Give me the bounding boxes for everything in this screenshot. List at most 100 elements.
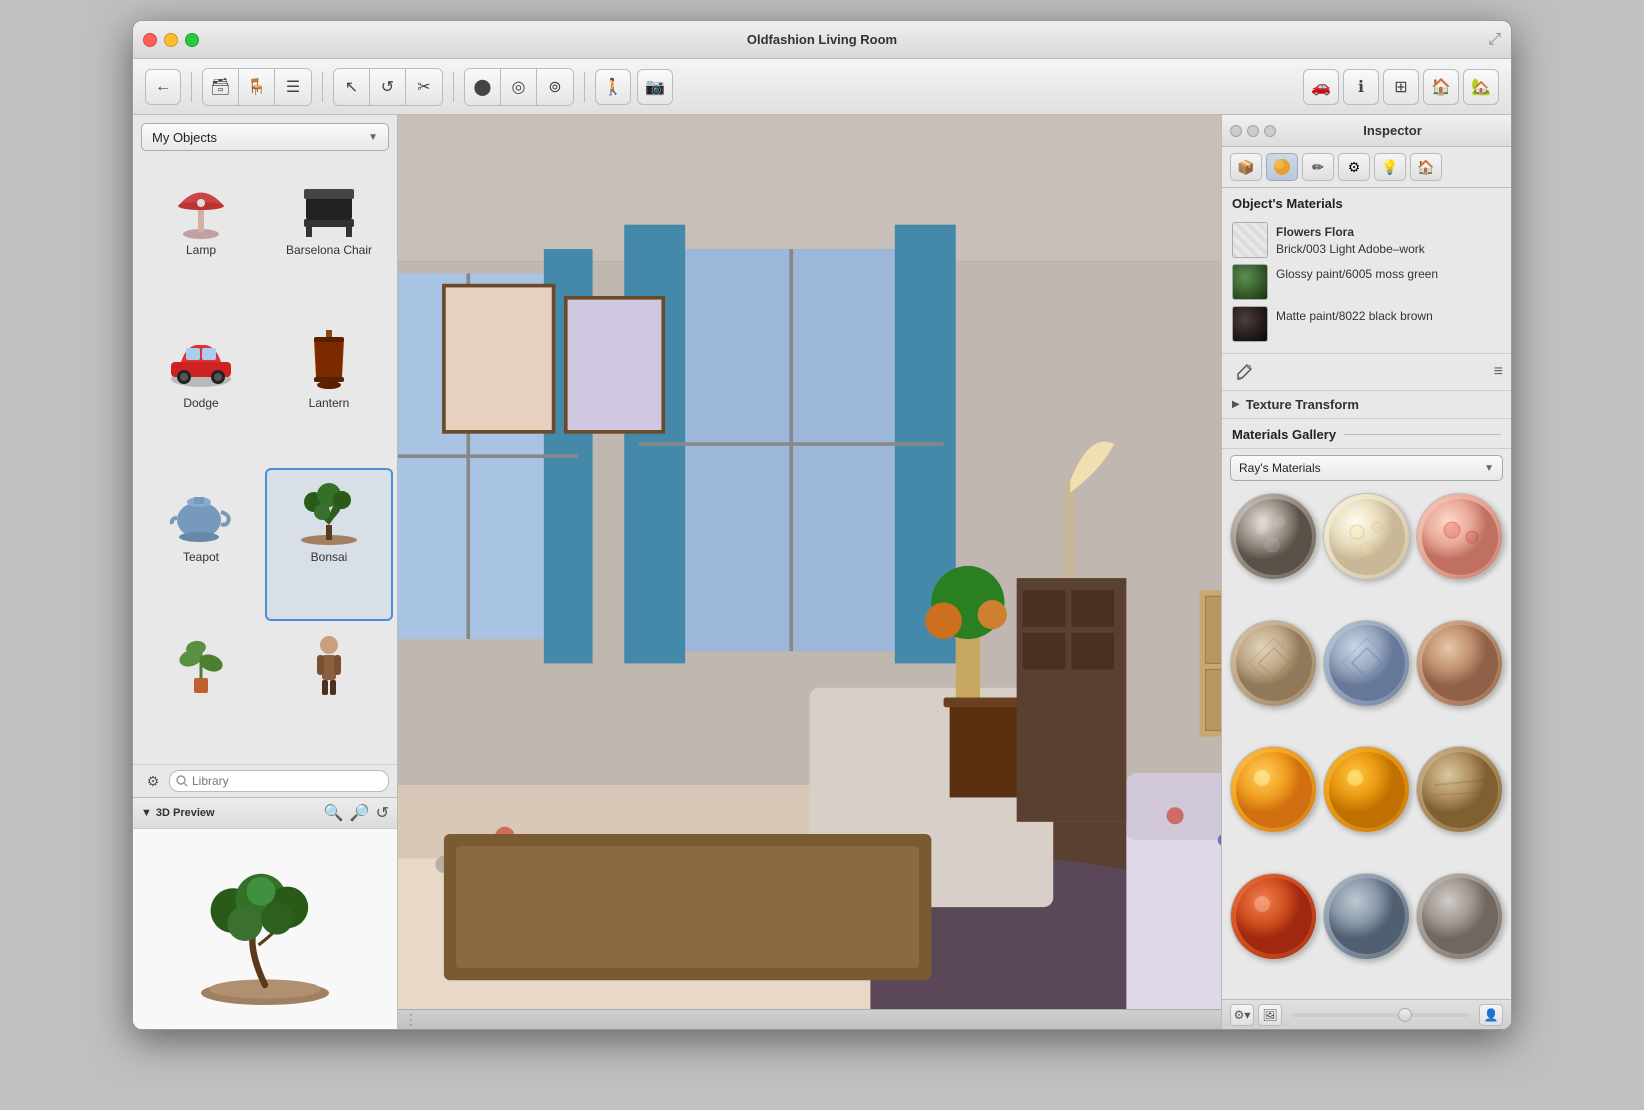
object-label: Bonsai xyxy=(311,550,348,564)
gear-button[interactable]: ⚙ xyxy=(141,769,165,793)
inspector-title: Inspector xyxy=(1282,123,1503,138)
material-swatch xyxy=(1232,264,1268,300)
zoom-out-button[interactable]: 🔎 xyxy=(350,803,370,823)
import-button[interactable]: 🖼 xyxy=(1258,1004,1282,1026)
object-label: Dodge xyxy=(183,396,218,410)
chevron-down-icon: ▼ xyxy=(368,132,378,143)
gallery-item[interactable] xyxy=(1416,746,1503,833)
gallery-grid xyxy=(1222,487,1511,999)
eyedropper-tool[interactable] xyxy=(1230,358,1258,386)
maximize-button[interactable] xyxy=(185,33,199,47)
camera-button[interactable]: 📷 xyxy=(637,69,673,105)
slider-thumb[interactable] xyxy=(1398,1008,1412,1022)
inspector-bottom-bar: ⚙▾ 🖼 👤 xyxy=(1222,999,1511,1029)
list-item[interactable]: Teapot xyxy=(137,468,265,621)
list-item[interactable]: Dodge xyxy=(137,314,265,467)
objects-dropdown-label: My Objects xyxy=(152,130,217,145)
preview-header: ▼ 3D Preview 🔍 🔎 ↺ xyxy=(133,798,397,829)
tab-edit[interactable]: ✏ xyxy=(1302,153,1334,181)
texture-transform-section[interactable]: ▶ Texture Transform xyxy=(1222,391,1511,419)
tab-scene[interactable]: 🏠 xyxy=(1410,153,1442,181)
chevron-down-icon: ▼ xyxy=(1484,463,1494,474)
search-input[interactable] xyxy=(169,770,389,792)
person-view-button[interactable]: 👤 xyxy=(1479,1004,1503,1026)
material-item[interactable]: Matte paint/8022 black brown xyxy=(1232,303,1501,345)
window-controls xyxy=(143,33,199,47)
material-item[interactable]: Flowers FloraBrick/003 Light Adobe–work xyxy=(1232,219,1501,261)
gallery-item[interactable] xyxy=(1323,620,1410,707)
object-icon-person xyxy=(289,631,369,701)
list-item[interactable] xyxy=(137,621,265,760)
drag-handle[interactable]: ⋮ xyxy=(404,1014,416,1026)
preview-toggle[interactable]: ▼ 3D Preview xyxy=(141,807,215,819)
inspector-close[interactable] xyxy=(1230,125,1242,137)
tab-lighting[interactable]: 💡 xyxy=(1374,153,1406,181)
objects-materials-title: Object's Materials xyxy=(1232,196,1501,211)
list-view-button[interactable]: ☰ xyxy=(275,69,311,105)
list-item[interactable] xyxy=(265,621,393,760)
tab-settings[interactable]: ⚙ xyxy=(1338,153,1370,181)
edit-tools-group: ↖ ↺ ✂ xyxy=(333,68,443,106)
close-button[interactable] xyxy=(143,33,157,47)
gallery-item[interactable] xyxy=(1416,493,1503,580)
view-mode-group: 🗃 🪑 ☰ xyxy=(202,68,312,106)
layout-button[interactable]: ⊞ xyxy=(1383,69,1419,105)
material-item[interactable]: Glossy paint/6005 moss green xyxy=(1232,261,1501,303)
toolbar-separator-2 xyxy=(322,72,323,102)
tab-objects[interactable]: 📦 xyxy=(1230,153,1262,181)
cut-tool-button[interactable]: ✂ xyxy=(406,69,442,105)
inspector-maximize[interactable] xyxy=(1264,125,1276,137)
preview-content xyxy=(133,829,397,1029)
info-button[interactable]: ℹ xyxy=(1343,69,1379,105)
render-full-button[interactable]: ⊚ xyxy=(537,69,573,105)
assets-button[interactable]: 🚗 xyxy=(1303,69,1339,105)
gallery-item[interactable] xyxy=(1323,746,1410,833)
rotate-tool-button[interactable]: ↺ xyxy=(370,69,406,105)
material-name: Matte paint/8022 black brown xyxy=(1276,306,1433,325)
list-item[interactable]: Lantern xyxy=(265,314,393,467)
walk-mode-button[interactable]: 🚶 xyxy=(595,69,631,105)
object-icon-car xyxy=(161,324,241,394)
list-item[interactable]: Bonsai xyxy=(265,468,393,621)
list-item[interactable]: Barselona Chair xyxy=(265,161,393,314)
gallery-item[interactable] xyxy=(1230,746,1317,833)
gallery-header: Materials Gallery xyxy=(1222,419,1511,449)
viewport: ⋮ xyxy=(398,115,1221,1029)
gallery-item[interactable] xyxy=(1230,493,1317,580)
furniture-view-button[interactable]: 🪑 xyxy=(239,69,275,105)
gallery-item[interactable] xyxy=(1230,873,1317,960)
gallery-dropdown[interactable]: Ray's Materials ▼ xyxy=(1230,455,1503,481)
toolbar-separator-1 xyxy=(191,72,192,102)
chevron-down-icon: ▼ xyxy=(141,807,152,819)
gear-settings-button[interactable]: ⚙▾ xyxy=(1230,1004,1254,1026)
viewport-bottom: ⋮ xyxy=(398,1009,1221,1029)
gallery-item[interactable] xyxy=(1230,620,1317,707)
object-icon-plant xyxy=(161,631,241,701)
gallery-item[interactable] xyxy=(1416,620,1503,707)
exterior-button[interactable]: 🏡 xyxy=(1463,69,1499,105)
size-slider[interactable] xyxy=(1292,1013,1469,1017)
rotate-preview-button[interactable]: ↺ xyxy=(376,803,389,823)
gallery-item[interactable] xyxy=(1323,873,1410,960)
render-wire-button[interactable]: ◎ xyxy=(501,69,537,105)
tools-menu-button[interactable]: ≡ xyxy=(1494,363,1503,381)
objects-grid: Lamp Barselona Chair xyxy=(133,157,397,764)
tab-materials[interactable] xyxy=(1266,153,1298,181)
objects-dropdown[interactable]: My Objects ▼ xyxy=(141,123,389,151)
material-name: Flowers FloraBrick/003 Light Adobe–work xyxy=(1276,222,1425,258)
inspector-minimize[interactable] xyxy=(1247,125,1259,137)
back-button[interactable]: ← xyxy=(145,69,181,105)
list-item[interactable]: Lamp xyxy=(137,161,265,314)
resize-icon[interactable]: ⤢ xyxy=(1488,31,1501,49)
gallery-item[interactable] xyxy=(1416,873,1503,960)
render-solid-button[interactable]: ⬤ xyxy=(465,69,501,105)
zoom-in-button[interactable]: 🔍 xyxy=(324,803,344,823)
objects-view-button[interactable]: 🗃 xyxy=(203,69,239,105)
bonsai-preview-image xyxy=(185,839,345,1019)
minimize-button[interactable] xyxy=(164,33,178,47)
gallery-item[interactable] xyxy=(1323,493,1410,580)
interior-button[interactable]: 🏠 xyxy=(1423,69,1459,105)
object-icon-chair xyxy=(289,171,369,241)
select-tool-button[interactable]: ↖ xyxy=(334,69,370,105)
toolbar: ← 🗃 🪑 ☰ ↖ ↺ ✂ ⬤ ◎ ⊚ 🚶 📷 🚗 ℹ ⊞ 🏠 🏡 xyxy=(133,59,1511,115)
